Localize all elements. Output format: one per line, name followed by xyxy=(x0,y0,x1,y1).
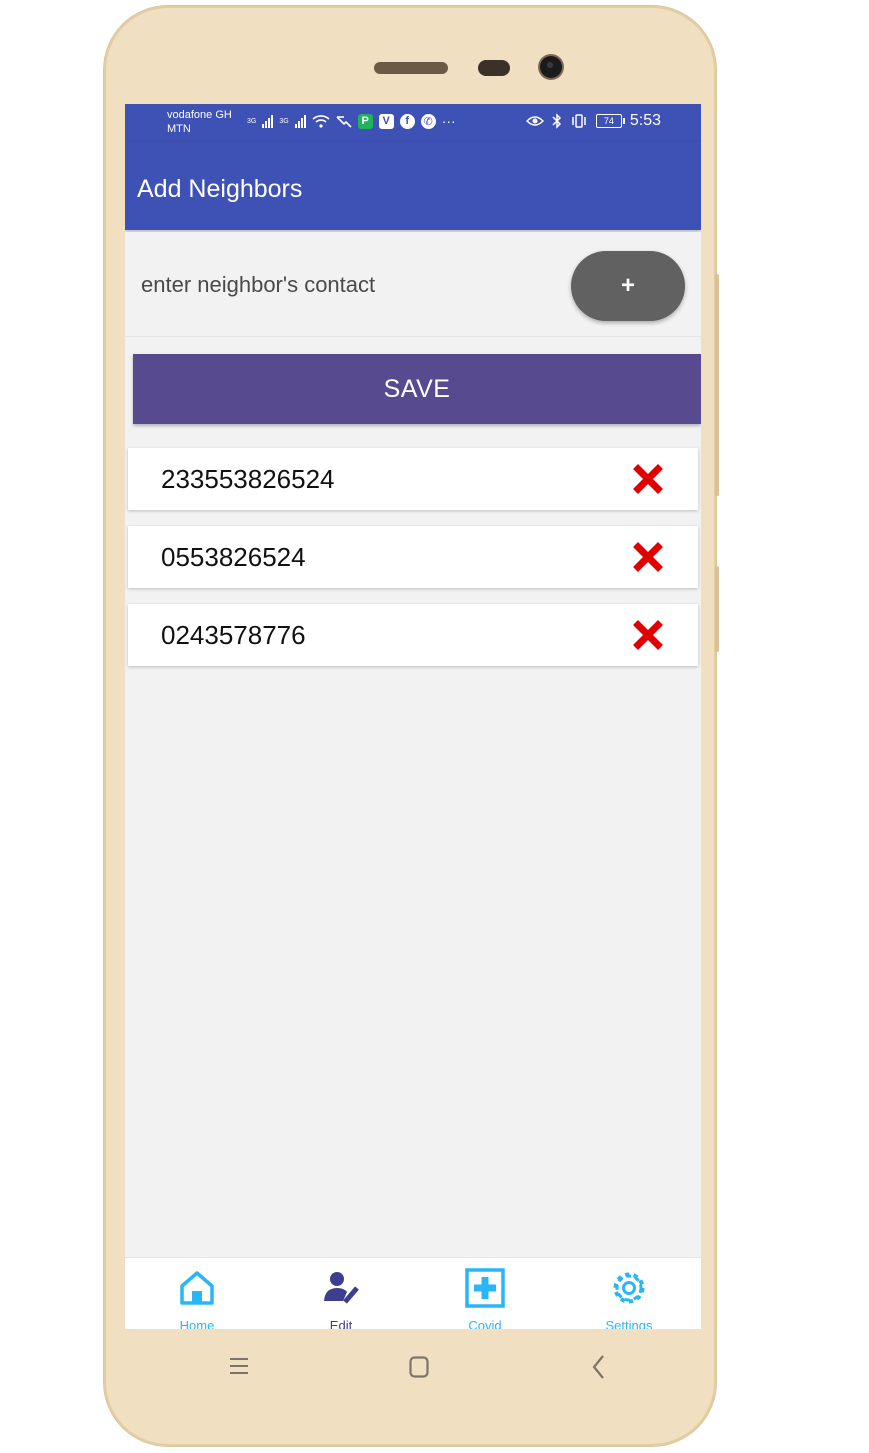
neighbor-number: 233553826524 xyxy=(161,464,335,494)
contact-input[interactable] xyxy=(139,262,543,308)
add-contact-row: + xyxy=(125,232,701,337)
neighbor-row: 233553826524 xyxy=(128,448,698,510)
front-camera xyxy=(540,56,562,78)
more-notifications-icon: ··· xyxy=(441,113,456,129)
carrier-secondary: MTN xyxy=(167,123,191,135)
app-p-icon: P xyxy=(357,113,373,129)
neighbor-row: 0553826524 xyxy=(128,526,698,588)
nav-tab-label: Edit xyxy=(329,1318,353,1329)
system-nav-keys xyxy=(104,1346,716,1390)
nav-tab-edit[interactable]: Edit xyxy=(269,1258,413,1329)
add-contact-button[interactable]: + xyxy=(571,251,685,321)
clock: 5:53 xyxy=(629,112,661,129)
facebook-icon: f xyxy=(399,113,415,129)
nav-tab-label: Settings xyxy=(605,1318,653,1329)
status-bar: vodafone GH MTN 3G 3G P V f ✆ ··· 74 5:5… xyxy=(125,104,701,142)
app-bar: Add Neighbors xyxy=(125,142,701,230)
screen: vodafone GH MTN 3G 3G P V f ✆ ··· 74 5:5… xyxy=(125,104,701,1329)
earpiece-speaker xyxy=(374,62,448,74)
neighbor-list: 233553826524 0553826524 0243578776 xyxy=(128,448,698,682)
nav-tab-label: Covid xyxy=(468,1318,502,1329)
signal-icon xyxy=(262,114,274,128)
bottom-navigation: Home Edit Covid Settings xyxy=(125,1257,701,1329)
neighbor-number: 0553826524 xyxy=(161,542,306,572)
delete-icon[interactable] xyxy=(633,464,663,494)
status-icons-right: 74 5:53 xyxy=(525,112,661,130)
eye-icon xyxy=(525,116,544,126)
nav-tab-settings[interactable]: Settings xyxy=(557,1258,701,1329)
neighbor-number: 0243578776 xyxy=(161,620,306,650)
proximity-sensor xyxy=(478,60,510,76)
status-icons-left: 3G 3G P V f ✆ ··· xyxy=(247,113,456,129)
phone-frame: vodafone GH MTN 3G 3G P V f ✆ ··· 74 5:5… xyxy=(104,6,719,1446)
wifi-icon xyxy=(312,115,330,128)
page-title: Add Neighbors xyxy=(137,175,303,203)
carrier-info: vodafone GH MTN xyxy=(167,108,232,136)
data-saver-icon xyxy=(336,116,352,128)
menu-key-icon[interactable] xyxy=(230,1356,248,1381)
delete-icon[interactable] xyxy=(633,620,663,650)
bluetooth-icon xyxy=(552,113,561,129)
network-type-2: 3G xyxy=(279,117,289,125)
app-v-icon: V xyxy=(378,113,394,129)
battery-icon: 74 xyxy=(595,114,625,128)
carrier-primary: vodafone GH xyxy=(167,109,232,121)
nav-tab-home[interactable]: Home xyxy=(125,1258,269,1329)
neighbor-row: 0243578776 xyxy=(128,604,698,666)
back-key-icon[interactable] xyxy=(592,1354,606,1385)
vibrate-icon xyxy=(572,114,586,128)
delete-icon[interactable] xyxy=(633,542,663,572)
power-button xyxy=(715,566,719,652)
nav-tab-label: Home xyxy=(179,1318,215,1329)
volume-button xyxy=(715,274,719,496)
nav-tab-covid[interactable]: Covid xyxy=(413,1258,557,1329)
save-button[interactable]: SAVE xyxy=(133,354,701,424)
home-key-icon[interactable] xyxy=(409,1356,429,1383)
whatsapp-icon: ✆ xyxy=(420,113,436,129)
signal-icon-2 xyxy=(294,114,306,128)
network-type-1: 3G xyxy=(247,117,257,125)
